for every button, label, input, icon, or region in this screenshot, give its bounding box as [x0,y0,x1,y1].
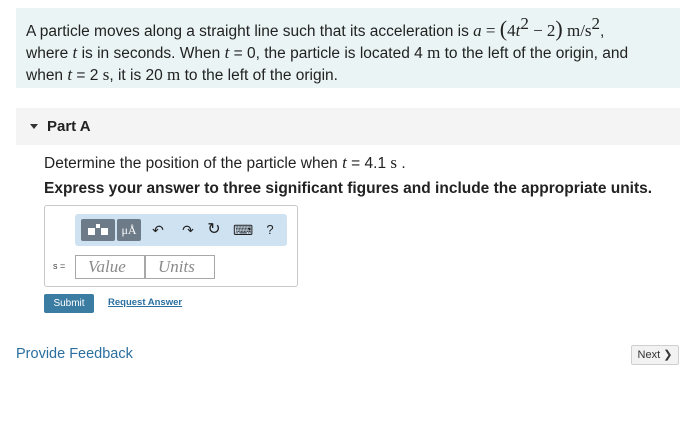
problem-text: , [600,23,605,40]
units-button[interactable]: μÅ [117,219,141,241]
submit-button[interactable]: Submit [44,294,94,313]
t-coeff: 4 [507,21,516,40]
provide-feedback-link[interactable]: Provide Feedback [16,346,133,362]
problem-line-3: when t = 2 s, it is 20 m to the left of … [26,64,670,86]
templates-icon [88,224,108,235]
value-input[interactable]: Value [75,255,145,279]
question-text: Determine the position of the particle w… [44,153,406,173]
page: A particle moves along a straight line s… [0,0,700,444]
caret-down-icon[interactable] [30,124,38,129]
unit: m [427,43,441,62]
problem-text: , it is 20 [109,67,168,84]
problem-text: is in seconds. When [77,45,225,62]
problem-text: where [26,45,73,62]
problem-line-2: where t is in seconds. When t = 0, the p… [26,42,670,64]
part-title: Part A [47,118,91,135]
units-input[interactable]: Units [145,255,215,279]
answer-variable-label: s = [53,261,66,271]
problem-text: to the left of the origin, and [440,45,629,62]
problem-text: = 0, the particle is located 4 [229,45,428,62]
accel-unit-exponent: 2 [591,14,601,33]
problem-text: = 2 [72,67,103,84]
instruction-text: Express your answer to three significant… [44,180,653,197]
question-suffix: . [397,155,406,172]
unit: m [167,65,181,84]
undo-icon[interactable]: ↶ [149,219,167,241]
t-exponent: 2 [520,14,529,33]
accel-unit: m/s [562,21,592,40]
answer-box: μÅ ↶ ↷ ↻ ⌨ ? s = Value Units [44,205,298,287]
accel-var: a [473,21,482,40]
problem-text: when [26,67,68,84]
problem-text: A particle moves along a straight line s… [26,23,474,40]
keyboard-icon[interactable]: ⌨ [233,219,253,241]
paren-open: ( [499,16,508,41]
templates-button[interactable] [81,219,115,241]
math-toolbar: μÅ ↶ ↷ ↻ ⌨ ? [75,214,287,246]
reset-icon[interactable]: ↻ [205,219,223,241]
minus-term: − 2 [528,21,556,40]
redo-icon[interactable]: ↷ [179,219,197,241]
paren-close: ) [555,16,563,41]
problem-line-1: A particle moves along a straight line s… [26,15,670,42]
question-eq: = 4.1 [346,155,391,172]
question-prefix: Determine the position of the particle w… [44,155,343,172]
problem-text: to the left of the origin. [180,67,338,84]
help-icon[interactable]: ? [261,219,279,241]
request-answer-link[interactable]: Request Answer [108,297,182,308]
part-a-header[interactable]: Part A [16,108,680,145]
equals-sign: = [481,21,500,40]
problem-statement: A particle moves along a straight line s… [16,8,680,88]
next-button[interactable]: Next ❯ [631,345,679,365]
